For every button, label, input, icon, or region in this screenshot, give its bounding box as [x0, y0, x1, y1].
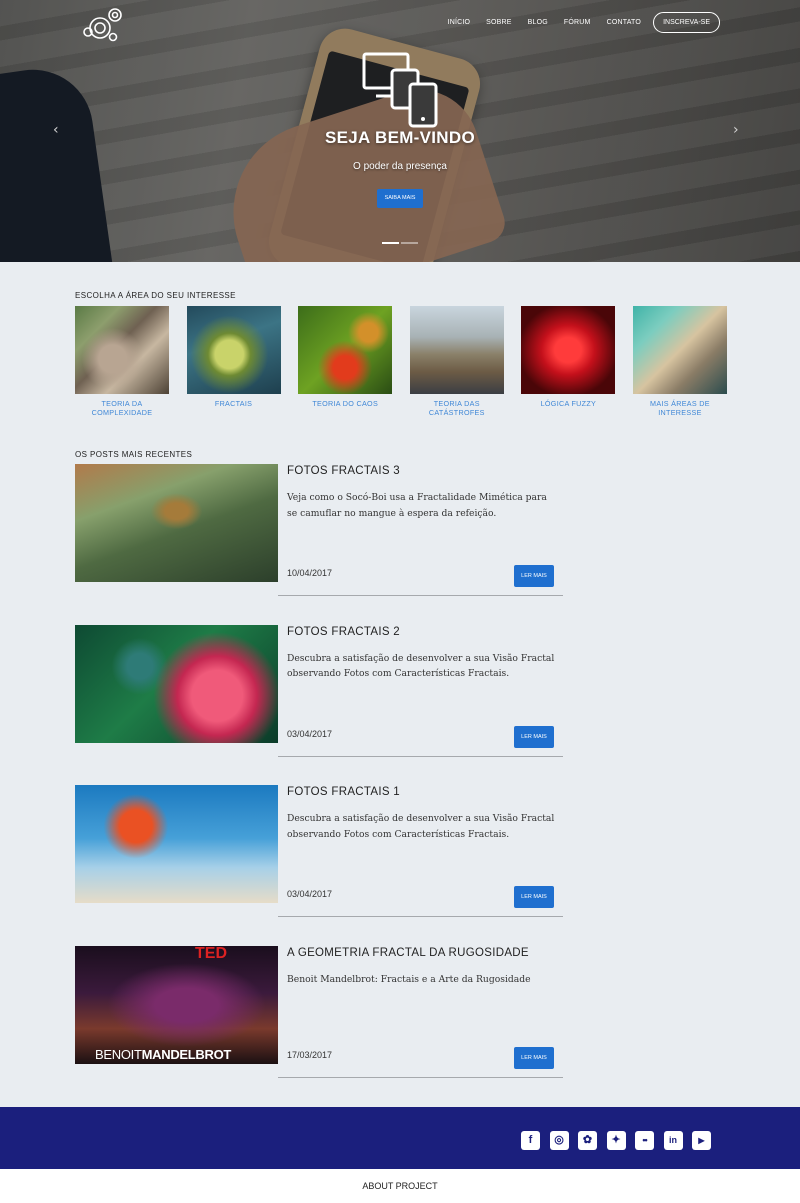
carousel-dot-1[interactable]	[382, 242, 399, 244]
post-image[interactable]: TED BENOITMANDELBROT	[75, 944, 278, 1064]
social-links: f ◎ ✿ ✦ •• in ▶	[521, 1131, 711, 1150]
read-more-button[interactable]: Ler mais	[514, 1046, 554, 1069]
read-more-button[interactable]: Ler mais	[514, 725, 554, 748]
area-label[interactable]: Teoria da Complexidade	[75, 399, 169, 417]
logo-icon[interactable]	[80, 6, 126, 44]
post-divider	[278, 1076, 563, 1078]
carousel-prev-icon[interactable]: ‹	[53, 122, 59, 138]
area-card-fuzzy[interactable]: Lógica Fuzzy	[521, 306, 616, 417]
post-excerpt: Descubra a satisfação de desenvolver a s…	[287, 813, 555, 840]
post-divider	[278, 755, 563, 757]
area-thumbnail[interactable]	[409, 306, 504, 394]
post-title[interactable]: Fotos Fractais 2	[287, 626, 400, 638]
carousel-dot-2[interactable]	[401, 242, 418, 244]
post-title[interactable]: Fotos Fractais 1	[287, 786, 400, 798]
nav-inicio[interactable]: Início	[440, 19, 479, 26]
area-label[interactable]: Mais áreas de interesse	[633, 399, 727, 417]
area-thumbnail[interactable]	[186, 306, 281, 394]
post-excerpt: Descubra a satisfação de desenvolver a s…	[287, 652, 555, 680]
post-card: TED BENOITMANDELBROT A Geometria Fractal…	[75, 944, 563, 1107]
nav-blog[interactable]: Blog	[520, 19, 556, 26]
area-label[interactable]: Teoria do Caos	[298, 399, 392, 409]
posts-list: Fotos Fractais 3 Veja como o Socó-Boi us…	[75, 464, 563, 1106]
area-card-complexidade[interactable]: Teoria da Complexidade	[75, 306, 169, 417]
post-excerpt: Benoit Mandelbrot: Fractais e a Arte da …	[287, 973, 531, 985]
youtube-icon[interactable]: ▶	[692, 1131, 711, 1150]
areas-heading: Escolha a área do seu interesse	[75, 291, 236, 300]
area-label[interactable]: Fractais	[187, 399, 281, 409]
flickr-icon[interactable]: ••	[635, 1131, 654, 1150]
post-title[interactable]: A Geometria Fractal da Rugosidade	[287, 947, 529, 959]
area-card-catastrofes[interactable]: Teoria das Catástrofes	[409, 306, 504, 417]
area-thumbnail[interactable]	[75, 306, 169, 394]
nav-contato[interactable]: Contato	[599, 19, 649, 26]
area-thumbnail[interactable]	[521, 306, 616, 394]
post-card: Fotos Fractais 2 Descubra a satisfação d…	[75, 624, 563, 786]
area-label[interactable]: Lógica Fuzzy	[521, 399, 615, 409]
areas-grid: Teoria da Complexidade Fractais Teoria d…	[75, 306, 727, 417]
post-excerpt: Veja como o Socó-Boi usa a Fractalidade …	[287, 492, 547, 519]
ted-logo: TED	[195, 944, 227, 962]
read-more-button[interactable]: Ler mais	[514, 886, 554, 908]
area-thumbnail[interactable]	[632, 306, 727, 394]
post-image[interactable]	[75, 785, 278, 903]
twitter-icon[interactable]: ✦	[606, 1131, 626, 1150]
facebook-icon[interactable]: f	[521, 1131, 540, 1150]
post-image[interactable]	[75, 464, 278, 582]
post-image[interactable]	[75, 624, 278, 743]
post-divider	[278, 595, 563, 596]
post-date: 03/04/2017	[287, 728, 333, 739]
area-card-fractais[interactable]: Fractais	[186, 306, 281, 417]
post-date: 10/04/2017	[287, 568, 333, 578]
about-project-link[interactable]: About Project	[0, 1181, 800, 1191]
post-date: 17/03/2017	[287, 1049, 333, 1060]
nav-forum[interactable]: Fórum	[556, 19, 599, 26]
devices-icon	[362, 52, 438, 128]
instagram-icon[interactable]: ◎	[549, 1131, 569, 1150]
post-title[interactable]: Fotos Fractais 3	[287, 465, 400, 477]
nav-sobre[interactable]: Sobre	[478, 19, 520, 26]
carousel-indicators	[382, 242, 418, 244]
area-card-caos[interactable]: Teoria do Caos	[298, 306, 393, 417]
area-label[interactable]: Teoria das Catástrofes	[410, 399, 504, 417]
post-divider	[278, 916, 563, 917]
post-date: 03/04/2017	[287, 889, 333, 899]
snapchat-icon[interactable]: ✿	[578, 1131, 597, 1150]
posts-heading: Os posts mais recentes	[75, 450, 193, 459]
image-caption: BENOITMANDELBROT	[95, 1046, 232, 1062]
post-card: Fotos Fractais 1 Descubra a satisfação d…	[75, 785, 563, 946]
hero-subtitle: O poder da presença	[353, 161, 447, 172]
subscribe-button[interactable]: Inscreva-se	[653, 12, 720, 33]
post-card: Fotos Fractais 3 Veja como o Socó-Boi us…	[75, 464, 563, 625]
read-more-button[interactable]: Ler mais	[514, 565, 554, 587]
area-thumbnail[interactable]	[298, 306, 393, 394]
area-card-mais[interactable]: Mais áreas de interesse	[632, 306, 727, 417]
linkedin-icon[interactable]: in	[663, 1131, 683, 1150]
learn-more-button[interactable]: Saiba mais	[377, 189, 423, 208]
carousel-next-icon[interactable]: ›	[733, 122, 739, 138]
hero-title: SEJA BEM-VINDO	[325, 128, 475, 147]
main-nav: Início Sobre Blog Fórum Contato Inscreva…	[440, 12, 720, 33]
